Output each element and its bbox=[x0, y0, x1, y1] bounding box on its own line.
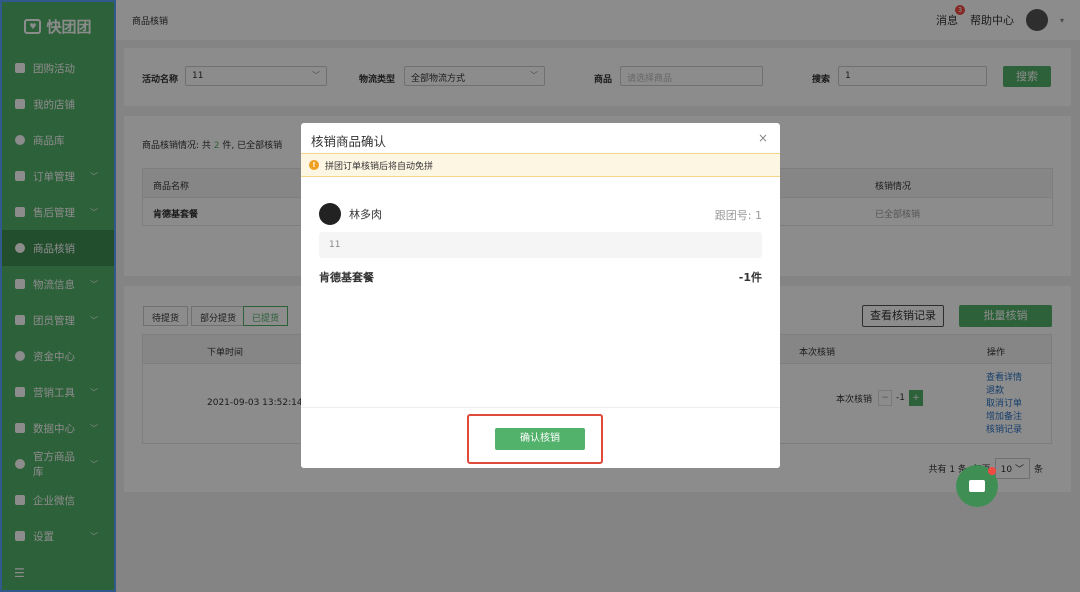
warning-text: 拼团订单核销后将自动免拼 bbox=[325, 161, 434, 172]
notification-dot bbox=[988, 467, 996, 475]
group-number: 跟团号: 1 bbox=[714, 209, 762, 222]
avatar bbox=[319, 203, 341, 225]
mail-icon bbox=[969, 480, 985, 492]
user-name: 林多肉 bbox=[349, 208, 382, 221]
modal-title: 核销商品确认 bbox=[311, 134, 387, 149]
close-icon[interactable]: × bbox=[758, 131, 768, 145]
confirm-verify-button[interactable]: 确认核销 bbox=[495, 428, 585, 450]
order-note: 11 bbox=[319, 232, 762, 258]
message-float-button[interactable] bbox=[956, 465, 998, 507]
product-name: 肯德基套餐 bbox=[319, 271, 374, 284]
product-quantity: -1件 bbox=[738, 271, 762, 284]
modal-footer: 确认核销 bbox=[301, 407, 780, 468]
user-info: 林多肉 bbox=[319, 203, 382, 225]
warning-banner: ! 拼团订单核销后将自动免拼 bbox=[301, 153, 780, 177]
confirm-verify-modal: 核销商品确认 × ! 拼团订单核销后将自动免拼 林多肉 跟团号: 1 11 肯德… bbox=[301, 123, 780, 468]
warning-icon: ! bbox=[309, 160, 319, 170]
